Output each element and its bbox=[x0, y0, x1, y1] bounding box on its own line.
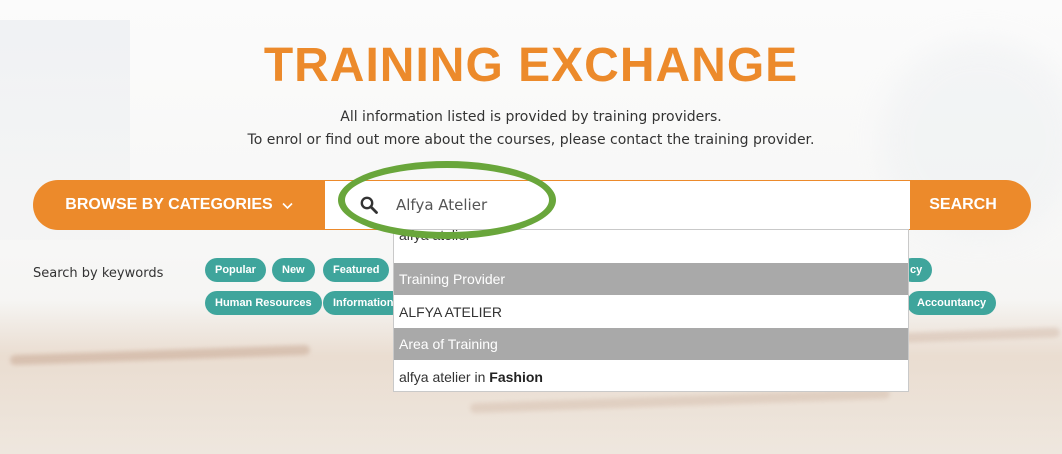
keyword-tag-information[interactable]: Information bbox=[323, 291, 404, 315]
magnifier-icon bbox=[360, 196, 378, 214]
keyword-tag-human-resources[interactable]: Human Resources bbox=[205, 291, 322, 315]
autocomplete-item-area[interactable]: alfya atelier in Fashion bbox=[394, 360, 908, 391]
page-subtitle-line2: To enrol or find out more about the cour… bbox=[247, 132, 815, 148]
autocomplete-dropdown: alfya atelier Training Provider ALFYA AT… bbox=[393, 229, 909, 392]
autocomplete-item-area-prefix: alfya atelier in bbox=[399, 368, 490, 385]
search-box bbox=[325, 181, 910, 229]
keyword-tag-featured[interactable]: Featured bbox=[323, 258, 390, 282]
chevron-down-icon bbox=[282, 199, 293, 213]
autocomplete-item-provider[interactable]: ALFYA ATELIER bbox=[394, 295, 908, 328]
page: TRAINING EXCHANGE All information listed… bbox=[0, 0, 1062, 454]
browse-categories-button[interactable]: BROWSE BY CATEGORIES bbox=[33, 180, 325, 230]
keyword-tag-accountancy[interactable]: Accountancy bbox=[907, 291, 997, 315]
autocomplete-group-area-of-training: Area of Training bbox=[394, 328, 908, 360]
keyword-tag-popular[interactable]: Popular bbox=[205, 258, 266, 282]
keyword-tag-new[interactable]: New bbox=[272, 258, 315, 282]
page-subtitle-line1: All information listed is provided by tr… bbox=[340, 109, 722, 125]
autocomplete-item-cut-text: alfya atelier bbox=[399, 229, 471, 243]
autocomplete-group-training-provider: Training Provider bbox=[394, 263, 908, 295]
autocomplete-item-cut[interactable]: alfya atelier bbox=[394, 230, 908, 263]
search-input[interactable] bbox=[394, 195, 878, 215]
page-title: TRAINING EXCHANGE bbox=[263, 39, 799, 92]
autocomplete-item-area-bold: Fashion bbox=[489, 368, 543, 385]
search-button[interactable]: SEARCH bbox=[910, 180, 1016, 230]
keywords-label: Search by keywords bbox=[33, 266, 164, 281]
browse-categories-label: BROWSE BY CATEGORIES bbox=[65, 196, 273, 213]
